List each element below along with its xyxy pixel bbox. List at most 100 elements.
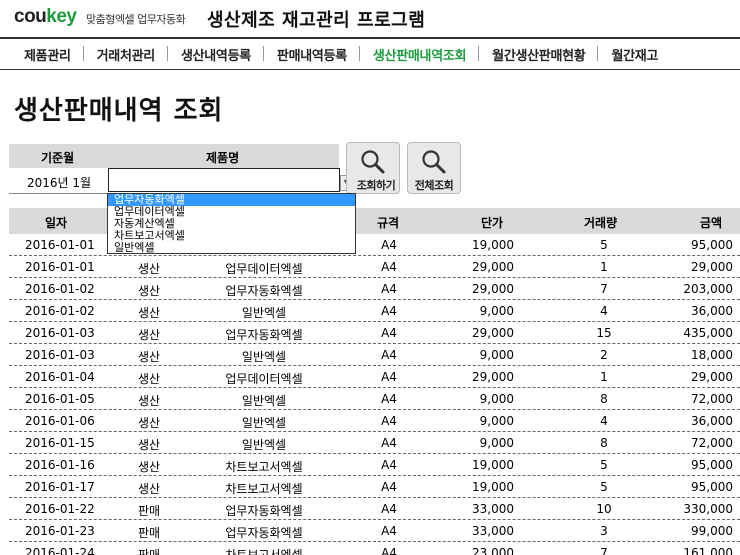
table-row[interactable]: 2016-01-02 생산 업무자동화엑셀 A4 29,000 7 203,000 xyxy=(9,278,740,300)
month-select[interactable]: 2016년 1월 xyxy=(27,174,91,191)
product-combobox[interactable] xyxy=(108,168,340,192)
table-row[interactable]: 2016-01-03 생산 일반엑셀 A4 9,000 2 18,000 xyxy=(9,344,740,366)
search-icon xyxy=(361,150,385,174)
table-row[interactable]: 2016-01-24 판매 차트보고서엑셀 A4 23,000 7 161,000 xyxy=(9,542,740,555)
product-dropdown-list: 업무자동화엑셀 업무데이터엑셀 자동계산엑셀 차트보고서엑셀 일반엑셀 xyxy=(107,193,356,254)
search-button-label: 조회하기 xyxy=(356,179,396,192)
cell-type: 생산 xyxy=(137,350,161,364)
cell-date: 2016-01-02 xyxy=(25,282,95,296)
cell-type: 생산 xyxy=(137,416,161,430)
cell-price: 19,000 xyxy=(472,238,514,252)
cell-type: 생산 xyxy=(137,284,161,298)
filter-header: 기준월 제품명 xyxy=(9,144,339,168)
cell-date: 2016-01-15 xyxy=(25,436,95,450)
month-label: 기준월 xyxy=(41,151,75,165)
cell-type: 판매 xyxy=(137,548,161,555)
cell-product: 일반엑셀 xyxy=(241,416,287,430)
table-row[interactable]: 2016-01-15 생산 일반엑셀 A4 9,000 8 72,000 xyxy=(9,432,740,454)
cell-product: 일반엑셀 xyxy=(241,438,287,452)
cell-type: 생산 xyxy=(137,482,161,496)
nav-item[interactable]: 월간재고 xyxy=(598,45,671,64)
results-table: 일자 규격 단가 거래량 금액 2016-01-01생산업무자동화엑셀A419,… xyxy=(9,208,740,555)
col-header-amount: 금액 xyxy=(700,216,723,230)
col-header-spec: 규격 xyxy=(377,216,400,230)
col-header-qty: 거래량 xyxy=(584,216,618,230)
cell-product: 업무자동화엑셀 xyxy=(225,284,303,298)
cell-qty: 5 xyxy=(600,238,608,252)
cell-type: 생산 xyxy=(137,394,161,408)
cell-price: 33,000 xyxy=(472,502,514,516)
page-title: 생산판매내역 조회 xyxy=(14,96,224,126)
nav-item[interactable]: 거래처관리 xyxy=(84,45,169,64)
brand-logo: coukey xyxy=(14,6,77,27)
table-row[interactable]: 2016-01-03 생산 업무자동화엑셀 A4 29,000 15 435,000 xyxy=(9,322,740,344)
cell-spec: A4 xyxy=(381,238,397,252)
cell-spec: A4 xyxy=(381,524,397,538)
table-row[interactable]: 2016-01-22 판매 업무자동화엑셀 A4 33,000 10 330,000 xyxy=(9,498,740,520)
cell-date: 2016-01-03 xyxy=(25,326,95,340)
table-row[interactable]: 2016-01-23 판매 업무자동화엑셀 A4 33,000 3 99,000 xyxy=(9,520,740,542)
cell-product: 차트보고서엑셀 xyxy=(225,548,303,555)
cell-amount: 29,000 xyxy=(691,260,733,274)
cell-amount: 18,000 xyxy=(691,348,733,362)
cell-price: 9,000 xyxy=(479,414,514,428)
cell-price: 9,000 xyxy=(479,348,514,362)
cell-price: 29,000 xyxy=(472,326,514,340)
cell-qty: 8 xyxy=(600,436,608,450)
filter-row: 2016년 1월 xyxy=(9,168,349,194)
cell-type: 판매 xyxy=(137,526,161,540)
cell-price: 9,000 xyxy=(479,436,514,450)
nav-item[interactable]: 제품관리 xyxy=(0,45,84,64)
cell-qty: 1 xyxy=(600,260,608,274)
top-bar: coukey 맞춤형엑셀 업무자동화 생산제조 재고관리 프로그램 xyxy=(0,0,740,37)
nav-item[interactable]: 생산내역등록 xyxy=(168,45,264,64)
cell-date: 2016-01-06 xyxy=(25,414,95,428)
table-row[interactable]: 2016-01-06 생산 일반엑셀 A4 9,000 4 36,000 xyxy=(9,410,740,432)
cell-product: 차트보고서엑셀 xyxy=(225,460,303,474)
cell-type: 생산 xyxy=(137,372,161,386)
cell-amount: 435,000 xyxy=(683,326,733,340)
cell-spec: A4 xyxy=(381,348,397,362)
view-all-button[interactable]: 전체조회 xyxy=(407,142,461,194)
cell-amount: 330,000 xyxy=(683,502,733,516)
cell-price: 29,000 xyxy=(472,370,514,384)
cell-date: 2016-01-02 xyxy=(25,304,95,318)
app-title: 생산제조 재고관리 프로그램 xyxy=(207,10,426,31)
dropdown-option[interactable]: 일반엑셀 xyxy=(108,242,355,254)
cell-amount: 99,000 xyxy=(691,524,733,538)
view-all-button-label: 전체조회 xyxy=(414,179,454,192)
cell-amount: 95,000 xyxy=(691,238,733,252)
cell-type: 생산 xyxy=(137,438,161,452)
nav-item[interactable]: 생산판매내역조회 xyxy=(360,45,480,64)
table-row[interactable]: 2016-01-16 생산 차트보고서엑셀 A4 19,000 5 95,000 xyxy=(9,454,740,476)
cell-date: 2016-01-05 xyxy=(25,392,95,406)
cell-price: 29,000 xyxy=(472,282,514,296)
cell-spec: A4 xyxy=(381,436,397,450)
table-row[interactable]: 2016-01-05 생산 일반엑셀 A4 9,000 8 72,000 xyxy=(9,388,740,410)
cell-price: 33,000 xyxy=(472,524,514,538)
cell-amount: 72,000 xyxy=(691,436,733,450)
cell-product: 업무데이터엑셀 xyxy=(225,262,303,276)
cell-qty: 8 xyxy=(600,392,608,406)
cell-spec: A4 xyxy=(381,546,397,555)
table-row[interactable]: 2016-01-04 생산 업무데이터엑셀 A4 29,000 1 29,000 xyxy=(9,366,740,388)
cell-qty: 1 xyxy=(600,370,608,384)
nav-item[interactable]: 월간생산판매현황 xyxy=(479,45,599,64)
cell-date: 2016-01-04 xyxy=(25,370,95,384)
cell-price: 23,000 xyxy=(472,546,514,555)
cell-spec: A4 xyxy=(381,260,397,274)
table-row[interactable]: 2016-01-02 생산 일반엑셀 A4 9,000 4 36,000 xyxy=(9,300,740,322)
main-nav: 제품관리 거래처관리 생산내역등록 판매내역등록 생산판매내역조회 월간생산판매현황 월간재… xyxy=(0,37,740,70)
table-row[interactable]: 2016-01-17 생산 차트보고서엑셀 A4 19,000 5 95,000 xyxy=(9,476,740,498)
nav-item[interactable]: 판매내역등록 xyxy=(264,45,360,64)
table-row[interactable]: 2016-01-01 생산 업무데이터엑셀 A4 29,000 1 29,000 xyxy=(9,256,740,278)
search-icon xyxy=(422,150,446,174)
cell-spec: A4 xyxy=(381,414,397,428)
cell-price: 29,000 xyxy=(472,260,514,274)
cell-amount: 29,000 xyxy=(691,370,733,384)
cell-product: 차트보고서엑셀 xyxy=(225,482,303,496)
cell-date: 2016-01-01 xyxy=(25,260,95,274)
cell-qty: 7 xyxy=(600,546,608,555)
search-button[interactable]: 조회하기 xyxy=(346,142,400,194)
cell-type: 생산 xyxy=(137,460,161,474)
